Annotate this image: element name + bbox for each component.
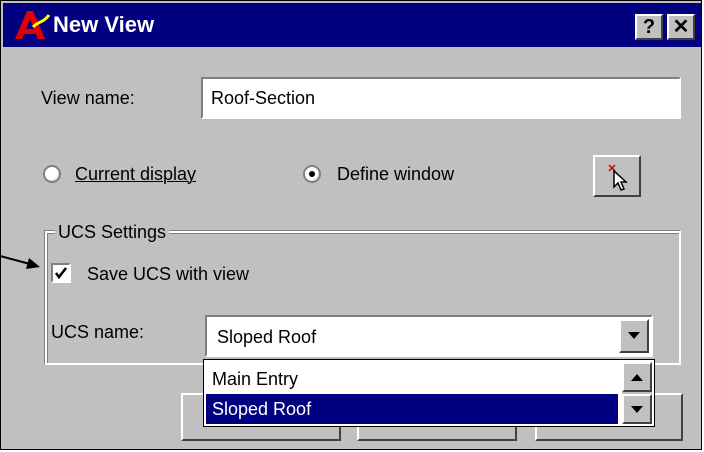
pick-cursor-icon — [608, 164, 628, 191]
window-title: New View — [53, 12, 155, 37]
ucs-name-value: Sloped Roof — [217, 327, 317, 347]
ucs-dropdown-list[interactable]: Main Entry Sloped Roof — [203, 359, 655, 427]
dropdown-option-main-entry[interactable]: Main Entry — [206, 364, 618, 394]
dropdown-button[interactable] — [619, 319, 649, 353]
help-button[interactable]: ? — [635, 14, 663, 40]
close-button[interactable]: ✕ — [667, 14, 695, 40]
title-bar[interactable]: New View ? ✕ — [3, 3, 701, 47]
current-display-radio[interactable]: Current display — [43, 163, 243, 187]
chevron-down-icon — [631, 406, 643, 413]
dropdown-option-sloped-roof[interactable]: Sloped Roof — [206, 394, 618, 424]
chevron-down-icon — [628, 332, 640, 339]
ucs-settings-title: UCS Settings — [55, 221, 170, 243]
define-window-label: Define window — [337, 164, 455, 184]
radio-button[interactable] — [303, 165, 321, 183]
view-name-value: Roof-Section — [211, 88, 316, 108]
autocad-logo-icon — [15, 11, 51, 39]
save-ucs-label: Save UCS with view — [87, 264, 250, 284]
dropdown-scrollbar[interactable] — [622, 362, 652, 424]
scroll-up-button[interactable] — [622, 362, 652, 392]
radio-selected-dot — [309, 171, 315, 177]
radio-button[interactable] — [43, 165, 61, 183]
checkmark-icon — [54, 267, 68, 280]
pick-window-button[interactable] — [593, 155, 641, 197]
ucs-name-combobox[interactable]: Sloped Roof — [205, 315, 653, 357]
checkbox-box[interactable] — [51, 263, 71, 283]
view-name-label: View name: — [41, 88, 135, 108]
chevron-up-icon — [631, 374, 643, 381]
view-name-field[interactable]: Roof-Section — [201, 77, 681, 119]
scroll-down-button[interactable] — [622, 394, 652, 424]
current-display-label: Current display — [75, 164, 197, 184]
define-window-radio[interactable]: Define window — [303, 163, 503, 187]
save-ucs-checkbox[interactable]: Save UCS with view — [51, 263, 311, 287]
new-view-dialog: New View ? ✕ View name: Roof-Section Cur… — [0, 0, 702, 450]
arrow-pointer-icon — [0, 255, 40, 269]
ucs-name-label: UCS name: — [51, 322, 145, 342]
